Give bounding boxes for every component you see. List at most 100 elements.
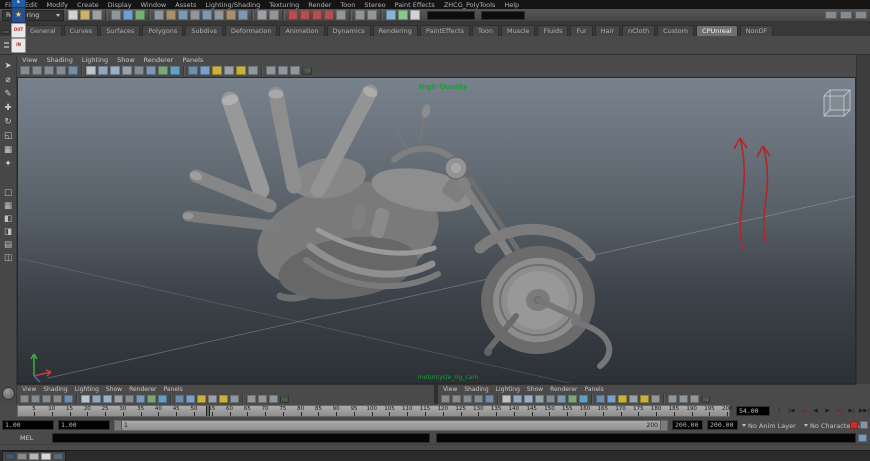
all-lights-icon[interactable] bbox=[186, 395, 195, 403]
mel-toggle[interactable]: MEL bbox=[20, 434, 33, 442]
viewport-menu-view[interactable]: View bbox=[22, 56, 37, 64]
shelf-freeze-button[interactable]: FREEZE bbox=[11, 0, 26, 8]
ipr-render-icon[interactable] bbox=[398, 10, 408, 20]
bottom-left-menu-shading[interactable]: Shading bbox=[43, 386, 67, 393]
construction-history-icon[interactable] bbox=[367, 10, 377, 20]
shelf-tab-deformation[interactable]: Deformation bbox=[225, 25, 278, 36]
bookmark-icon[interactable] bbox=[53, 395, 62, 403]
lock-camera-icon[interactable] bbox=[31, 395, 40, 403]
command-result[interactable] bbox=[436, 433, 856, 443]
mask-curves-icon[interactable] bbox=[178, 10, 188, 20]
select-tool[interactable]: ➤ bbox=[2, 60, 15, 73]
taskbar-app-5[interactable] bbox=[53, 453, 63, 460]
no-lights-icon[interactable] bbox=[224, 66, 234, 75]
greasepencil-icon[interactable]: ◅ bbox=[701, 395, 710, 403]
no-lights-icon[interactable] bbox=[208, 395, 217, 403]
shelf-tab-toon[interactable]: Toon bbox=[472, 25, 499, 36]
wireframe-icon[interactable] bbox=[502, 395, 511, 403]
mask-deformers-icon[interactable] bbox=[202, 10, 212, 20]
step-forward-key-button[interactable]: ▶| bbox=[834, 405, 845, 417]
mask-joints-icon[interactable] bbox=[166, 10, 176, 20]
camera-attributes-icon[interactable] bbox=[44, 66, 54, 75]
shelf-tab-polygons[interactable]: Polygons bbox=[142, 25, 183, 36]
snap-point-icon[interactable] bbox=[312, 10, 322, 20]
new-scene-icon[interactable] bbox=[68, 10, 78, 20]
menu-stereo[interactable]: Stereo bbox=[364, 1, 385, 9]
shelf-tab-curves[interactable]: Curves bbox=[64, 25, 99, 36]
bottom-right-menu-show[interactable]: Show bbox=[527, 386, 543, 393]
mask-dynamics-icon[interactable] bbox=[214, 10, 224, 20]
all-lights-icon[interactable] bbox=[200, 66, 210, 75]
shelf-tab-muscle[interactable]: Muscle bbox=[501, 25, 536, 36]
viewport-menu-show[interactable]: Show bbox=[117, 56, 135, 64]
menu-modify[interactable]: Modify bbox=[46, 1, 68, 9]
move-tool[interactable]: ✚ bbox=[2, 102, 15, 115]
resolution-gate-icon[interactable] bbox=[690, 395, 699, 403]
last-tool[interactable]: ✦ bbox=[2, 158, 15, 171]
bottom-right-menu-shading[interactable]: Shading bbox=[464, 386, 488, 393]
shelf-tab-surfaces[interactable]: Surfaces bbox=[100, 25, 140, 36]
camera-attributes-icon[interactable] bbox=[42, 395, 51, 403]
select-hierarchy-icon[interactable] bbox=[111, 10, 121, 20]
shelf-tab-animation[interactable]: Animation bbox=[279, 25, 324, 36]
range-end-handle[interactable] bbox=[660, 421, 667, 430]
textured-icon[interactable] bbox=[158, 66, 168, 75]
bookmark-icon[interactable] bbox=[474, 395, 483, 403]
highlight-selection-icon[interactable] bbox=[269, 10, 279, 20]
shelf-menu-icon[interactable] bbox=[1, 30, 10, 34]
go-to-end-button[interactable]: ▶▶| bbox=[858, 405, 870, 417]
lasso-select-tool[interactable]: ⌀ bbox=[2, 74, 15, 87]
default-light-icon[interactable] bbox=[197, 395, 206, 403]
field-chart-icon[interactable] bbox=[679, 395, 688, 403]
isolate-select-icon[interactable] bbox=[247, 395, 256, 403]
attribute-editor-toggle[interactable] bbox=[825, 11, 837, 19]
image-plane-icon[interactable] bbox=[485, 395, 494, 403]
shelf-tab-custom[interactable]: Custom bbox=[657, 25, 694, 36]
status-field-1[interactable] bbox=[427, 11, 475, 20]
layout-four-pane-button[interactable]: ▦ bbox=[2, 201, 15, 212]
taskbar-app-3[interactable] bbox=[29, 453, 39, 460]
all-lights-icon[interactable] bbox=[607, 395, 616, 403]
taskbar-app-1[interactable] bbox=[5, 453, 15, 460]
default-light-icon[interactable] bbox=[618, 395, 627, 403]
mask-rendering-icon[interactable] bbox=[226, 10, 236, 20]
textures-icon[interactable] bbox=[230, 395, 239, 403]
menu-toon[interactable]: Toon bbox=[340, 1, 355, 9]
taskbar-app-4[interactable] bbox=[41, 453, 51, 460]
bottom-right-menu-panels[interactable]: Panels bbox=[584, 386, 603, 393]
shadows-icon[interactable] bbox=[640, 395, 649, 403]
auto-keyframe-icon[interactable] bbox=[850, 421, 858, 429]
snap-grid-icon[interactable] bbox=[288, 10, 298, 20]
layout-persp-graph-button[interactable]: ◨ bbox=[2, 227, 15, 238]
shelf-tab-hair[interactable]: Hair bbox=[595, 25, 620, 36]
bookmark-icon[interactable] bbox=[56, 66, 66, 75]
tool-settings-toggle[interactable] bbox=[840, 11, 852, 19]
animation-start-field[interactable] bbox=[2, 420, 54, 430]
no-lights-icon[interactable] bbox=[629, 395, 638, 403]
bottom-left-menu-show[interactable]: Show bbox=[106, 386, 122, 393]
mask-surfaces-icon[interactable] bbox=[190, 10, 200, 20]
select-camera-icon[interactable] bbox=[441, 395, 450, 403]
make-live-icon[interactable] bbox=[336, 10, 346, 20]
shade-wireframe-icon[interactable] bbox=[103, 395, 112, 403]
menu-assets[interactable]: Assets bbox=[175, 1, 196, 9]
use-default-material-icon[interactable] bbox=[596, 395, 605, 403]
play-backwards-button[interactable]: ◀ bbox=[810, 405, 821, 417]
flat-shade-icon[interactable] bbox=[535, 395, 544, 403]
camera-attributes-icon[interactable] bbox=[463, 395, 472, 403]
menu-window[interactable]: Window bbox=[141, 1, 167, 9]
command-input[interactable] bbox=[52, 433, 430, 443]
image-plane-icon[interactable] bbox=[64, 395, 73, 403]
mask-handles-icon[interactable] bbox=[154, 10, 164, 20]
channel-box-toggle[interactable] bbox=[855, 11, 867, 19]
points-display-icon[interactable] bbox=[136, 395, 145, 403]
viewport-menu-lighting[interactable]: Lighting bbox=[82, 56, 108, 64]
shelf-scroll-icon[interactable] bbox=[2, 38, 10, 52]
shelf-tab-fur[interactable]: Fur bbox=[570, 25, 592, 36]
shelf-tab-subdivs[interactable]: Subdivs bbox=[185, 25, 223, 36]
bottom-left-menu-renderer[interactable]: Renderer bbox=[129, 386, 156, 393]
bottom-left-menu-panels[interactable]: Panels bbox=[163, 386, 182, 393]
shade-wireframe-icon[interactable] bbox=[110, 66, 120, 75]
textured-icon[interactable] bbox=[568, 395, 577, 403]
select-object-icon[interactable] bbox=[123, 10, 133, 20]
